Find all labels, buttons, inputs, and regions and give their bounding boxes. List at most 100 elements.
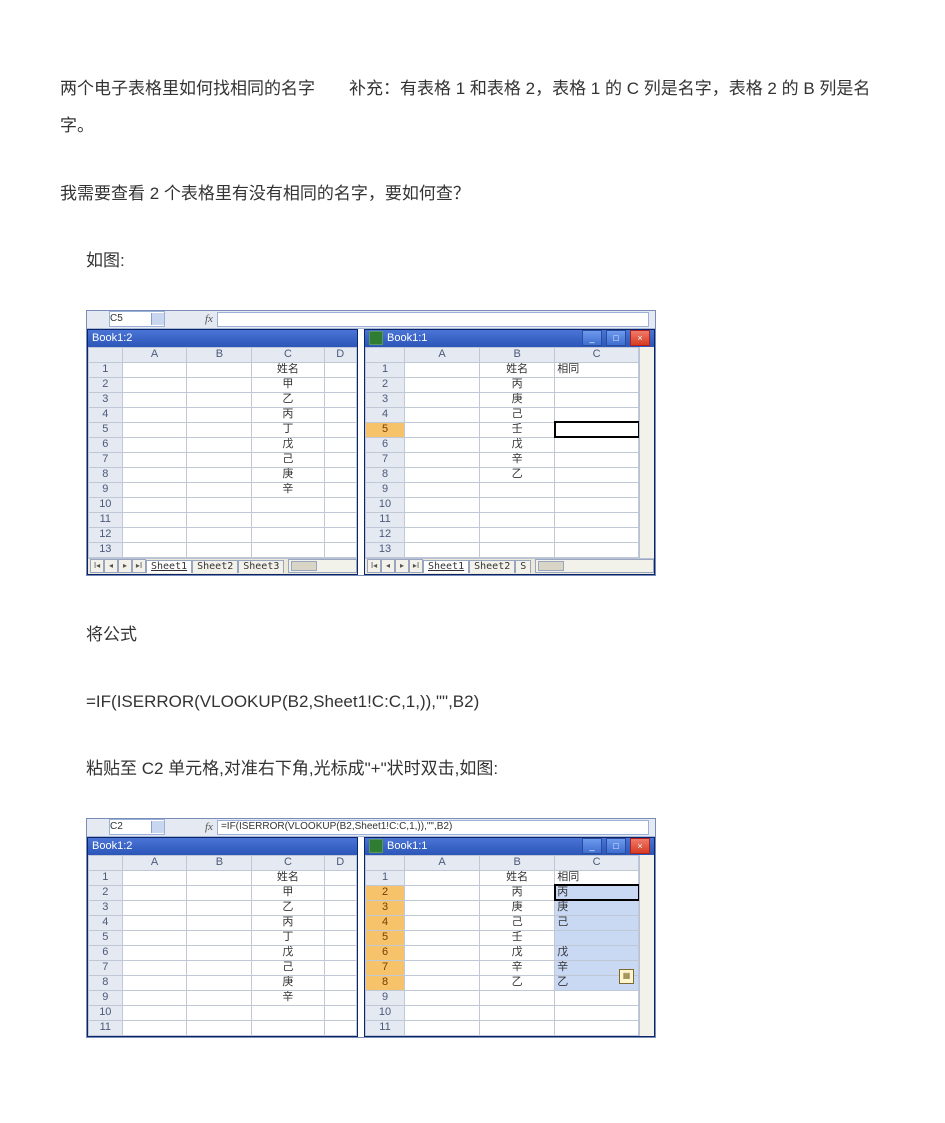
- tab-nav-next-icon[interactable]: ▸: [118, 559, 132, 573]
- grid-right[interactable]: A B C 1姓名相同 2丙丙 3庚庚 4己己 5壬 6戊戊 7辛辛 8乙乙: [365, 855, 639, 1036]
- col-header[interactable]: A: [122, 347, 187, 362]
- cell[interactable]: 壬: [480, 422, 555, 437]
- cell[interactable]: [324, 1020, 356, 1035]
- cell[interactable]: [187, 437, 252, 452]
- cell[interactable]: [187, 482, 252, 497]
- cell[interactable]: [405, 452, 480, 467]
- cell[interactable]: [405, 377, 480, 392]
- cell[interactable]: [187, 930, 252, 945]
- row-header[interactable]: 2: [89, 377, 123, 392]
- row-header[interactable]: 11: [89, 1020, 123, 1035]
- vertical-scrollbar[interactable]: [639, 855, 654, 1036]
- cell[interactable]: [324, 870, 356, 885]
- row-header[interactable]: 9: [89, 990, 123, 1005]
- cell[interactable]: 丙: [252, 407, 324, 422]
- grid-left[interactable]: A B C D 1姓名 2甲 3乙 4丙 5丁 6戊 7己: [88, 855, 357, 1036]
- cell[interactable]: [324, 362, 356, 377]
- cell[interactable]: [122, 377, 187, 392]
- cell[interactable]: [324, 527, 356, 542]
- sheet-tab[interactable]: Sheet1: [423, 560, 469, 573]
- row-header[interactable]: 6: [89, 945, 123, 960]
- row-header[interactable]: 6: [366, 945, 405, 960]
- row-header[interactable]: 4: [89, 407, 123, 422]
- cell[interactable]: 己: [252, 452, 324, 467]
- row-header[interactable]: 12: [366, 527, 405, 542]
- tab-nav-next-icon[interactable]: ▸: [395, 559, 409, 573]
- cell[interactable]: 辛: [480, 452, 555, 467]
- cell[interactable]: [405, 915, 480, 930]
- autofill-options-icon[interactable]: ▦: [619, 969, 634, 984]
- sheet-tab[interactable]: Sheet2: [192, 560, 238, 573]
- cell[interactable]: [405, 1005, 480, 1020]
- cell[interactable]: [187, 407, 252, 422]
- cell[interactable]: [122, 1020, 187, 1035]
- row-header[interactable]: 4: [366, 915, 405, 930]
- row-header[interactable]: 8: [366, 975, 405, 990]
- row-header[interactable]: 11: [366, 512, 405, 527]
- cell[interactable]: [405, 975, 480, 990]
- cell[interactable]: [405, 900, 480, 915]
- cell[interactable]: 乙: [252, 900, 324, 915]
- cell[interactable]: [480, 542, 555, 557]
- cell[interactable]: [122, 542, 187, 557]
- horizontal-scrollbar[interactable]: [288, 559, 357, 573]
- cell[interactable]: [122, 407, 187, 422]
- col-header[interactable]: D: [324, 855, 356, 870]
- cell[interactable]: [480, 1020, 555, 1035]
- cell[interactable]: 辛: [252, 482, 324, 497]
- cell[interactable]: [122, 452, 187, 467]
- cell[interactable]: [405, 422, 480, 437]
- col-header[interactable]: B: [187, 347, 252, 362]
- cell[interactable]: [405, 930, 480, 945]
- cell[interactable]: 乙: [480, 975, 555, 990]
- cell[interactable]: [480, 512, 555, 527]
- cell[interactable]: [187, 392, 252, 407]
- cell[interactable]: [324, 542, 356, 557]
- cell[interactable]: [480, 482, 555, 497]
- tab-nav-first-icon[interactable]: Ⅰ◂: [367, 559, 381, 573]
- cell[interactable]: [324, 915, 356, 930]
- cell[interactable]: [555, 527, 639, 542]
- cell[interactable]: [405, 437, 480, 452]
- row-header[interactable]: 1: [89, 362, 123, 377]
- row-header[interactable]: 4: [366, 407, 405, 422]
- cell[interactable]: [324, 437, 356, 452]
- minimize-button[interactable]: _: [582, 838, 602, 854]
- cell[interactable]: 丁: [252, 930, 324, 945]
- cell[interactable]: [555, 1020, 639, 1035]
- cell[interactable]: 戊: [252, 945, 324, 960]
- cell[interactable]: [122, 885, 187, 900]
- row-header[interactable]: 5: [89, 422, 123, 437]
- cell[interactable]: [405, 407, 480, 422]
- cell[interactable]: [187, 960, 252, 975]
- cell[interactable]: 辛: [480, 960, 555, 975]
- cell[interactable]: [187, 975, 252, 990]
- cell[interactable]: [122, 930, 187, 945]
- row-header[interactable]: 11: [366, 1020, 405, 1035]
- cell[interactable]: [252, 527, 324, 542]
- cell[interactable]: [122, 482, 187, 497]
- col-header[interactable]: B: [480, 855, 555, 870]
- row-header[interactable]: 1: [89, 870, 123, 885]
- row-header[interactable]: 10: [366, 497, 405, 512]
- cell[interactable]: [555, 377, 639, 392]
- cell[interactable]: 甲: [252, 377, 324, 392]
- row-header[interactable]: 1: [366, 362, 405, 377]
- cell[interactable]: [122, 915, 187, 930]
- row-header[interactable]: 9: [366, 990, 405, 1005]
- row-header[interactable]: 7: [366, 452, 405, 467]
- cell[interactable]: [555, 392, 639, 407]
- cell[interactable]: 丙: [252, 915, 324, 930]
- cell[interactable]: 庚: [252, 975, 324, 990]
- cell[interactable]: [405, 542, 480, 557]
- row-header[interactable]: 1: [366, 870, 405, 885]
- cell[interactable]: 甲: [252, 885, 324, 900]
- cell[interactable]: 乙: [480, 467, 555, 482]
- formula-input[interactable]: =IF(ISERROR(VLOOKUP(B2,Sheet1!C:C,1,)),"…: [217, 820, 649, 835]
- cell[interactable]: [555, 497, 639, 512]
- col-header[interactable]: C: [252, 347, 324, 362]
- cell[interactable]: [122, 990, 187, 1005]
- row-header[interactable]: 10: [366, 1005, 405, 1020]
- cell[interactable]: [324, 482, 356, 497]
- cell[interactable]: [187, 497, 252, 512]
